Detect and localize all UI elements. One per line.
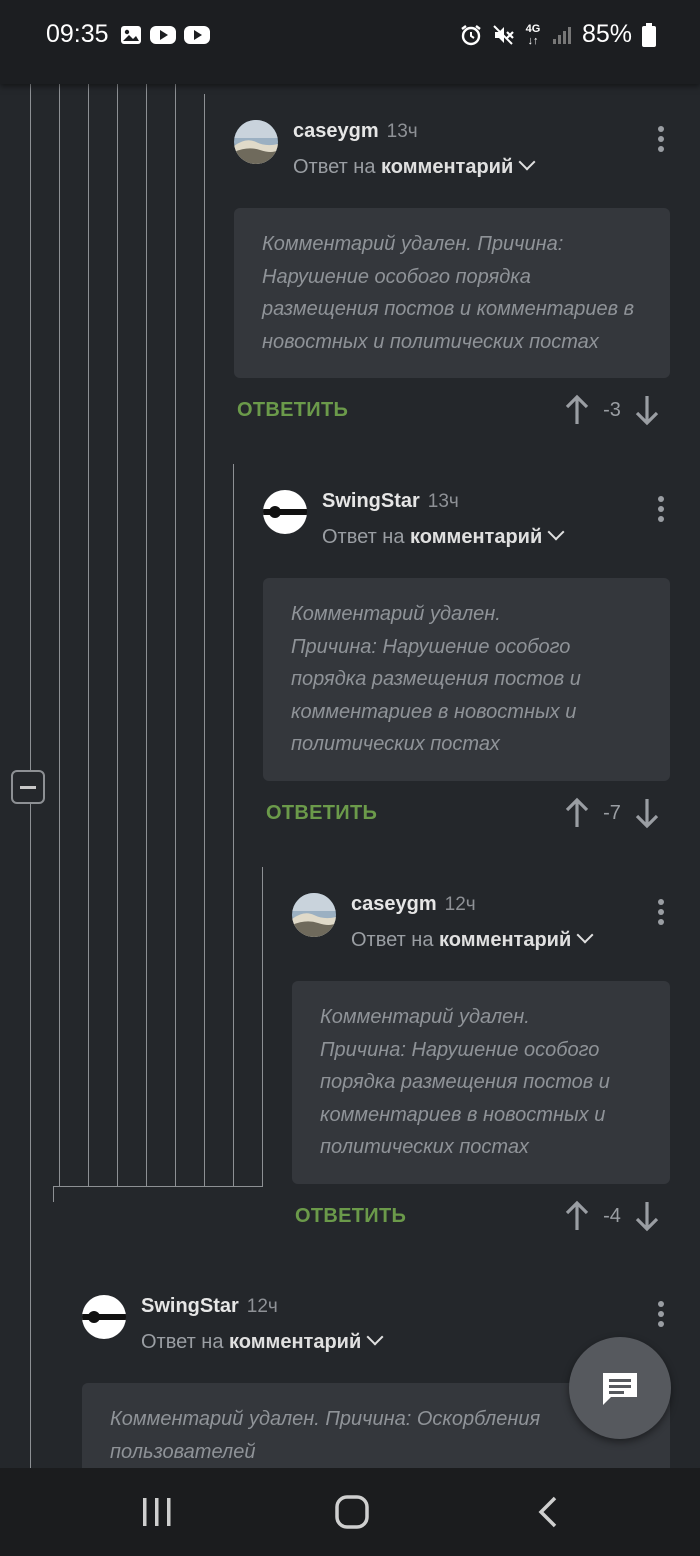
comment: caseygm 13ч Ответ на комментарий Коммента…	[234, 120, 674, 450]
vote-controls: -7	[564, 797, 660, 829]
status-time: 09:35	[46, 20, 109, 48]
thread-line	[53, 1186, 54, 1202]
more-options-icon[interactable]	[658, 126, 664, 156]
more-options-icon[interactable]	[658, 496, 664, 526]
comment-time: 13ч	[386, 121, 418, 142]
author-name[interactable]: SwingStar	[322, 490, 420, 512]
avatar[interactable]	[292, 893, 336, 937]
avatar[interactable]	[82, 1295, 126, 1339]
navigation-bar	[0, 1468, 700, 1556]
vote-controls: -4	[564, 1200, 660, 1232]
comment-time: 12ч	[444, 894, 476, 915]
alarm-icon	[461, 24, 481, 45]
reply-to[interactable]: Ответ на комментарий	[141, 1328, 384, 1354]
notification-icons	[120, 24, 210, 46]
thread-line	[233, 464, 234, 1186]
thread-line	[59, 84, 60, 1186]
reply-target: комментарий	[439, 929, 572, 951]
comment-body: Комментарий удален. Причина: Нарушение о…	[263, 578, 670, 781]
comment-meta: SwingStar 13ч	[322, 490, 459, 513]
arrow-up-icon[interactable]	[564, 1200, 590, 1232]
comment-time: 12ч	[246, 1296, 278, 1317]
more-options-icon[interactable]	[658, 899, 664, 929]
author-name[interactable]: caseygm	[293, 120, 379, 142]
comment-meta: SwingStar 12ч	[141, 1295, 278, 1318]
avatar[interactable]	[263, 490, 307, 534]
chevron-down-icon	[576, 926, 594, 944]
reply-target: комментарий	[381, 156, 514, 178]
reply-prefix: Ответ на	[293, 156, 376, 178]
4g-icon: 4G ↓↑	[525, 22, 541, 47]
arrow-up-icon[interactable]	[564, 394, 590, 426]
reply-button[interactable]: ОТВЕТИТЬ	[237, 399, 348, 422]
reply-prefix: Ответ на	[141, 1331, 224, 1353]
reply-to[interactable]: Ответ на комментарий	[322, 523, 565, 549]
gallery-icon	[121, 26, 141, 44]
youtube-icon	[150, 26, 176, 44]
thread-line	[175, 84, 176, 1186]
network-label: 4G	[525, 22, 541, 35]
reply-to[interactable]: Ответ на комментарий	[351, 926, 594, 952]
system-icons: 4G ↓↑ 85%	[460, 20, 656, 49]
comment-time: 13ч	[427, 491, 459, 512]
new-comment-button[interactable]	[569, 1337, 671, 1439]
avatar[interactable]	[234, 120, 278, 164]
thread-line	[262, 867, 263, 1186]
reply-button[interactable]: ОТВЕТИТЬ	[295, 1205, 406, 1228]
comment-body: Комментарий удален. Причина: Нарушение о…	[234, 208, 670, 378]
youtube-icon	[184, 26, 210, 44]
arrow-down-icon[interactable]	[634, 1200, 660, 1232]
reply-button[interactable]: ОТВЕТИТЬ	[266, 802, 377, 825]
arrow-up-icon[interactable]	[564, 797, 590, 829]
collapse-thread-button[interactable]	[11, 770, 45, 804]
chevron-down-icon	[366, 1328, 384, 1346]
arrow-down-icon[interactable]	[634, 797, 660, 829]
chat-icon	[603, 1373, 637, 1405]
chevron-down-icon	[518, 153, 536, 171]
thread-line	[53, 1186, 263, 1187]
mute-icon	[493, 24, 514, 45]
author-name[interactable]: caseygm	[351, 893, 437, 915]
vote-score: -3	[603, 398, 621, 421]
signal-icon	[552, 26, 571, 44]
reply-prefix: Ответ на	[322, 526, 405, 548]
status-bar: 09:35 4G ↓↑ 85%	[0, 0, 700, 84]
reply-prefix: Ответ на	[351, 929, 434, 951]
reply-to[interactable]: Ответ на комментарий	[293, 153, 536, 179]
thread-line	[204, 94, 205, 1186]
battery-icon	[642, 22, 656, 47]
vote-controls: -3	[564, 394, 660, 426]
back-icon[interactable]	[537, 1496, 559, 1528]
chevron-down-icon	[547, 523, 565, 541]
comment-body: Комментарий удален. Причина: Нарушение о…	[292, 981, 670, 1184]
thread-line	[117, 84, 118, 1186]
comment: SwingStar 13ч Ответ на комментарий Коммен…	[263, 490, 674, 835]
comment-meta: caseygm 12ч	[351, 893, 476, 916]
arrow-down-icon[interactable]	[634, 394, 660, 426]
recent-apps-icon[interactable]	[141, 1496, 173, 1528]
comment-meta: caseygm 13ч	[293, 120, 418, 143]
comments-thread: caseygm 13ч Ответ на комментарий Коммента…	[0, 84, 700, 1468]
thread-line	[88, 84, 89, 1186]
battery-percent: 85%	[581, 20, 632, 48]
home-icon[interactable]	[335, 1495, 369, 1529]
more-options-icon[interactable]	[658, 1301, 664, 1331]
reply-target: комментарий	[229, 1331, 362, 1353]
author-name[interactable]: SwingStar	[141, 1295, 239, 1317]
vote-score: -4	[603, 1204, 621, 1227]
vote-score: -7	[603, 801, 621, 824]
thread-line	[146, 84, 147, 1186]
comment: caseygm 12ч Ответ на комментарий Коммента…	[292, 893, 674, 1238]
reply-target: комментарий	[410, 526, 543, 548]
